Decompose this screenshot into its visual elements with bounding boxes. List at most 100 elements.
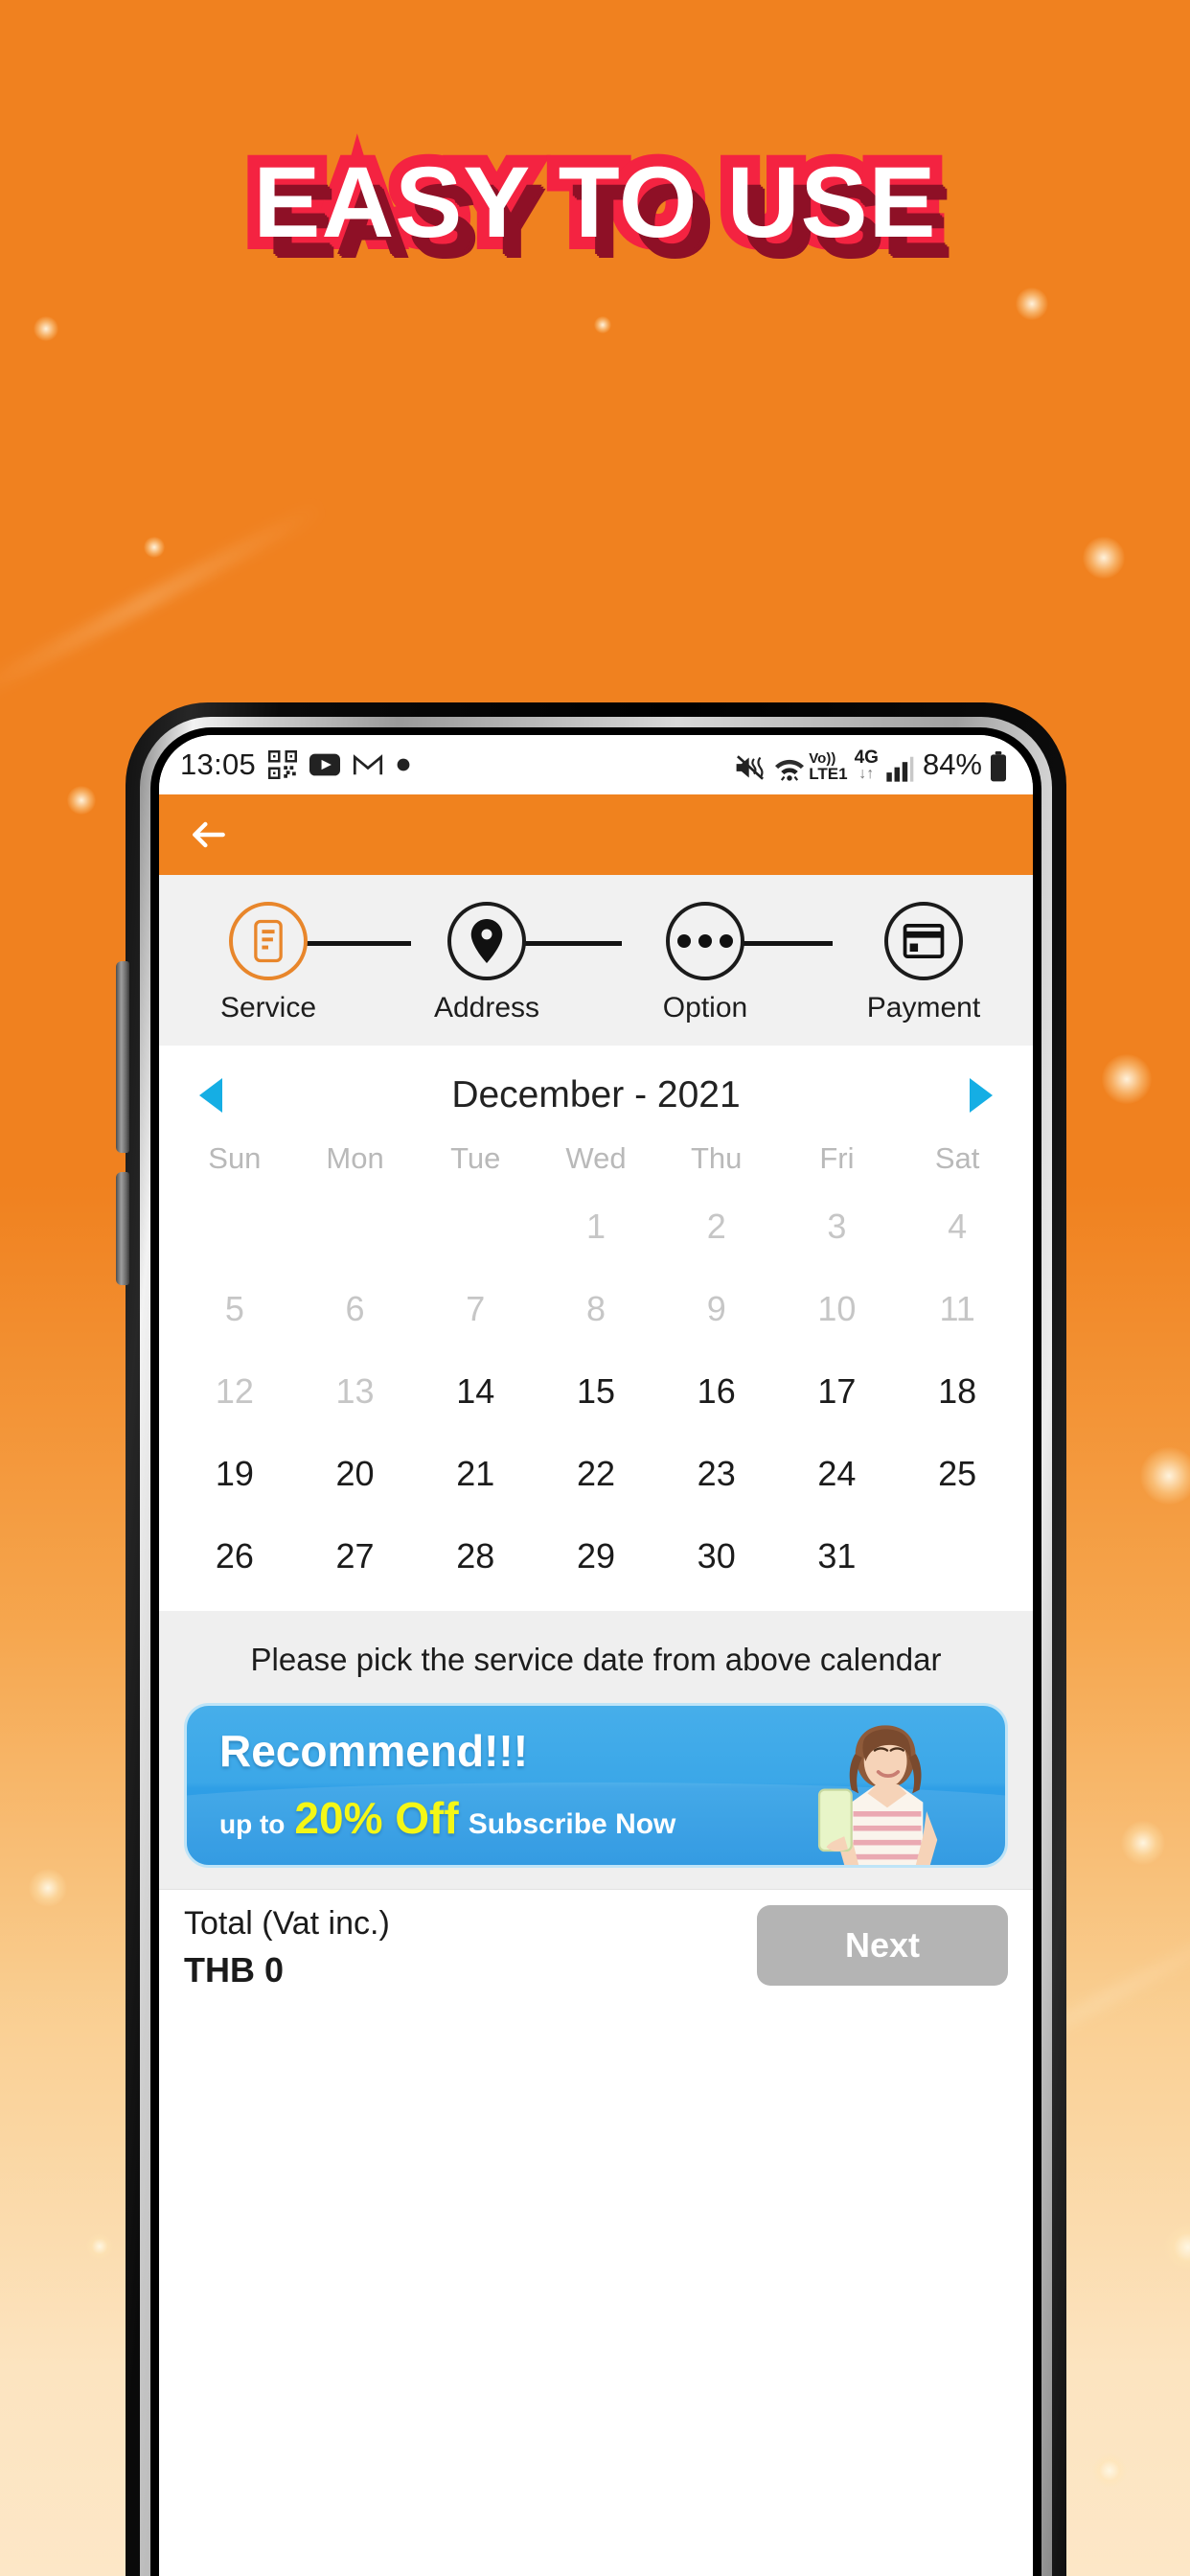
calendar-day-4: 4 <box>948 1207 968 1246</box>
calendar-day-14[interactable]: 14 <box>415 1350 536 1433</box>
mute-vibrate-icon <box>736 755 765 780</box>
promo-banner-text: Recommend!!! up to 20% Off Subscribe Now <box>219 1725 675 1844</box>
youtube-icon <box>309 753 341 776</box>
calendar-day-30[interactable]: 30 <box>656 1515 777 1598</box>
calendar-weekday-fri: Fri <box>819 1141 855 1175</box>
promo-title: Recommend!!! <box>219 1726 529 1776</box>
status-time: 13:05 <box>180 748 257 781</box>
promo-banner[interactable]: Recommend!!! up to 20% Off Subscribe Now <box>184 1703 1008 1868</box>
back-arrow-icon[interactable] <box>188 814 230 856</box>
calendar-day-grid: 1 2 3 4 5 6 7 8 9 10 11 12 13 14 15 16 17 18 19 20 21 22 23 24 2… <box>159 1185 1033 1598</box>
calendar-day-23[interactable]: 23 <box>656 1433 777 1515</box>
signal-bars-icon <box>886 756 914 782</box>
chevron-left-icon[interactable] <box>199 1078 222 1113</box>
calendar-day-10: 10 <box>817 1289 857 1328</box>
calendar-day-19[interactable]: 19 <box>174 1433 295 1515</box>
next-button[interactable]: Next <box>757 1905 1008 1986</box>
volume-button[interactable] <box>116 961 129 1153</box>
app-bar <box>159 794 1033 875</box>
stepper-step-service[interactable]: Service <box>196 902 340 1024</box>
stepper-label: Address <box>433 992 540 1024</box>
calendar-day-2: 2 <box>706 1207 726 1246</box>
bokeh-dot <box>1164 2223 1190 2271</box>
bokeh-dot <box>1016 288 1048 320</box>
bottom-bar: Total (Vat inc.) THB 0 Next <box>159 1889 1033 1990</box>
stepper-label: Service <box>219 992 317 1024</box>
phone-screen: 13:05 Vo)) LTE1 4G ↓↑ 84% Service Addres… <box>159 735 1033 2576</box>
bokeh-dot <box>1092 2453 1127 2488</box>
lte-label: LTE1 <box>809 765 848 783</box>
calendar-weekday-header: Sun Mon Tue Wed Thu Fri Sat <box>159 1138 1033 1185</box>
network-label: 4G <box>854 748 879 768</box>
calendar-day-24[interactable]: 24 <box>777 1433 898 1515</box>
phone-mockup: 13:05 Vo)) LTE1 4G ↓↑ 84% Service Addres… <box>116 702 1066 2576</box>
calendar-day-16[interactable]: 16 <box>656 1350 777 1433</box>
bokeh-dot <box>1083 537 1125 579</box>
bokeh-dot <box>1140 1447 1190 1505</box>
promo-banner-container: Recommend!!! up to 20% Off Subscribe Now <box>159 1678 1033 1889</box>
qr-code-icon <box>268 750 298 779</box>
hint-area: Please pick the service date from above … <box>159 1611 1033 1678</box>
progress-stepper: Service Address Option Payment <box>159 875 1033 1046</box>
calendar-day-27[interactable]: 27 <box>295 1515 416 1598</box>
chevron-right-icon[interactable] <box>969 1078 993 1113</box>
wifi-volte-icon: Vo)) LTE1 <box>773 750 848 783</box>
calendar-day-29[interactable]: 29 <box>536 1515 656 1598</box>
calendar-day-13: 13 <box>335 1371 375 1411</box>
total-value: THB 0 <box>184 1950 285 1990</box>
promo-cta: Subscribe Now <box>468 1808 676 1840</box>
promo-discount: 20% Off <box>294 1793 459 1843</box>
calendar-day-blank <box>415 1185 536 1268</box>
stepper-circle <box>229 902 308 980</box>
calendar-day-5: 5 <box>224 1289 244 1328</box>
calendar-day-22[interactable]: 22 <box>536 1433 656 1515</box>
calendar-day-31[interactable]: 31 <box>777 1515 898 1598</box>
status-bar: 13:05 Vo)) LTE1 4G ↓↑ 84% <box>159 735 1033 794</box>
calendar-day-15[interactable]: 15 <box>536 1350 656 1433</box>
bokeh-dot <box>34 316 58 341</box>
stepper-label: Option <box>662 992 748 1024</box>
power-button[interactable] <box>116 1172 129 1285</box>
stepper-circle <box>884 902 963 980</box>
promo-prefix: up to <box>219 1809 286 1839</box>
status-bar-right: Vo)) LTE1 4G ↓↑ 84% <box>734 748 1008 782</box>
bokeh-dot <box>594 316 611 334</box>
calendar-weekday-thu: Thu <box>690 1141 743 1175</box>
stepper-step-option[interactable]: Option <box>633 902 777 1024</box>
calendar-day-25[interactable]: 25 <box>897 1433 1018 1515</box>
promo-model-photo <box>817 1725 938 1865</box>
calendar-day-blank <box>295 1185 416 1268</box>
stepper-step-payment[interactable]: Payment <box>852 902 995 1024</box>
bokeh-dot <box>67 786 96 815</box>
calendar-weekday-tue: Tue <box>450 1141 501 1175</box>
stepper-circle <box>447 902 526 980</box>
stepper-label: Payment <box>866 992 981 1024</box>
calendar-day-9: 9 <box>706 1289 726 1328</box>
calendar-day-18[interactable]: 18 <box>897 1350 1018 1433</box>
calendar-title: December - 2021 <box>451 1074 741 1116</box>
dot-icon <box>397 758 410 771</box>
calendar-day-blank <box>174 1185 295 1268</box>
credit-card-icon <box>903 924 945 958</box>
calendar-day-17[interactable]: 17 <box>777 1350 898 1433</box>
bokeh-dot <box>86 2233 113 2260</box>
calendar-day-26[interactable]: 26 <box>174 1515 295 1598</box>
calendar-day-8: 8 <box>585 1289 606 1328</box>
stepper-step-address[interactable]: Address <box>415 902 559 1024</box>
calendar-hint-text: Please pick the service date from above … <box>250 1642 942 1677</box>
gmail-icon <box>353 754 383 775</box>
calendar-day-28[interactable]: 28 <box>415 1515 536 1598</box>
calendar-day-11: 11 <box>939 1289 975 1328</box>
bokeh-dot <box>1102 1054 1152 1104</box>
status-bar-left: 13:05 <box>180 748 411 782</box>
calendar-day-12: 12 <box>215 1371 254 1411</box>
volte-label: Vo)) <box>809 750 836 767</box>
calendar-day-7: 7 <box>466 1289 486 1328</box>
calendar-day-20[interactable]: 20 <box>295 1433 416 1515</box>
calendar-day-6: 6 <box>345 1289 365 1328</box>
calendar-day-21[interactable]: 21 <box>415 1433 536 1515</box>
bokeh-dot <box>29 1869 67 1907</box>
total-block: Total (Vat inc.) THB 0 <box>184 1905 390 1990</box>
stepper-circle <box>666 902 744 980</box>
promo-subline: up to 20% Off Subscribe Now <box>219 1792 675 1844</box>
